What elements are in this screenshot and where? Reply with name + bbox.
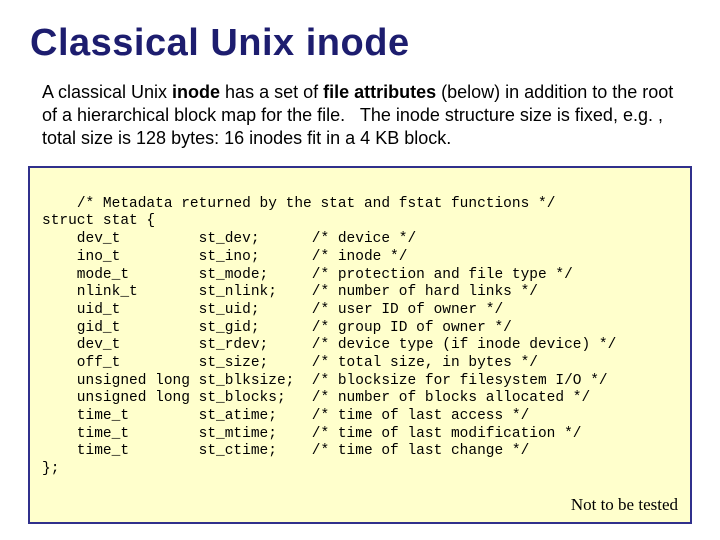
slide: Classical Unix inode A classical Unix in… (0, 0, 720, 540)
slide-body: A classical Unix inode has a set of file… (42, 81, 682, 150)
code-block: /* Metadata returned by the stat and fst… (28, 166, 692, 524)
body-seg-2: has a set of (220, 82, 323, 102)
not-to-be-tested-note: Not to be tested (571, 495, 678, 516)
body-seg-0: A classical Unix (42, 82, 172, 102)
body-seg-3-bold: file attributes (323, 82, 436, 102)
slide-title: Classical Unix inode (30, 22, 692, 65)
body-seg-1-bold: inode (172, 82, 220, 102)
code-text: /* Metadata returned by the stat and fst… (42, 196, 616, 477)
